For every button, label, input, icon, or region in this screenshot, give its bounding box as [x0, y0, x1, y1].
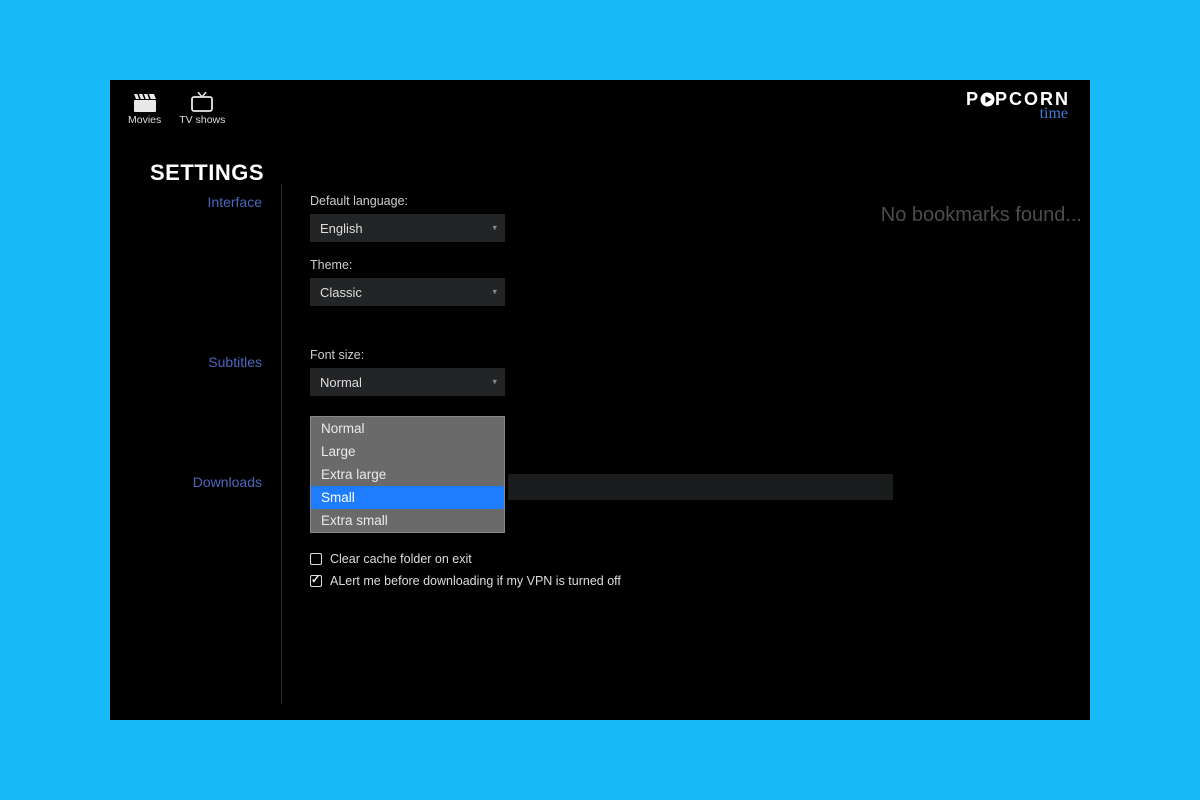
sidebar-item-subtitles[interactable]: Subtitles	[150, 354, 270, 370]
settings-main: Default language: English Theme: Classic…	[270, 194, 505, 634]
clear-cache-row: Clear cache folder on exit	[310, 552, 760, 566]
nav-movies[interactable]: Movies	[128, 92, 161, 126]
nav-tvshows[interactable]: TV shows	[179, 92, 225, 126]
brand-logo: PPCORN time	[966, 90, 1070, 122]
fontsize-dropdown: Normal Large Extra large Small Extra sma…	[310, 416, 505, 533]
fontsize-option-extra-small[interactable]: Extra small	[311, 509, 504, 532]
sidebar-item-interface[interactable]: Interface	[150, 194, 270, 210]
nav-movies-label: Movies	[128, 114, 161, 126]
clear-cache-checkbox[interactable]	[310, 553, 322, 565]
vpn-alert-checkbox[interactable]	[310, 575, 322, 587]
fontsize-select[interactable]: Normal	[310, 368, 505, 396]
cache-path-field[interactable]	[508, 474, 893, 500]
page-title: SETTINGS	[110, 138, 1090, 194]
language-select-value: English	[320, 221, 363, 236]
language-select[interactable]: English	[310, 214, 505, 242]
theme-select[interactable]: Classic	[310, 278, 505, 306]
play-circle-icon	[980, 92, 995, 110]
vpn-alert-label: ALert me before downloading if my VPN is…	[330, 574, 621, 588]
fontsize-option-normal[interactable]: Normal	[311, 417, 504, 440]
settings-sidebar: Interface Subtitles Downloads	[150, 194, 270, 634]
tv-icon	[190, 92, 214, 112]
top-navbar: Movies TV shows PPCORN time	[110, 80, 1090, 138]
clear-cache-label: Clear cache folder on exit	[330, 552, 472, 566]
fontsize-label: Font size:	[310, 348, 505, 362]
settings-content: Interface Subtitles Downloads Default la…	[110, 194, 1090, 634]
language-label: Default language:	[310, 194, 505, 208]
sidebar-item-downloads[interactable]: Downloads	[150, 474, 270, 490]
theme-label: Theme:	[310, 258, 505, 272]
fontsize-option-large[interactable]: Large	[311, 440, 504, 463]
empty-bookmarks-message: No bookmarks found...	[881, 204, 1090, 227]
vpn-alert-row: ALert me before downloading if my VPN is…	[310, 574, 760, 588]
app-window: Movies TV shows PPCORN time No bookmarks…	[110, 80, 1090, 720]
fontsize-option-extra-large[interactable]: Extra large	[311, 463, 504, 486]
theme-select-value: Classic	[320, 285, 362, 300]
clapperboard-icon	[133, 92, 157, 112]
fontsize-option-small[interactable]: Small	[311, 486, 504, 509]
nav-tvshows-label: TV shows	[179, 114, 225, 126]
fontsize-select-value: Normal	[320, 375, 362, 390]
